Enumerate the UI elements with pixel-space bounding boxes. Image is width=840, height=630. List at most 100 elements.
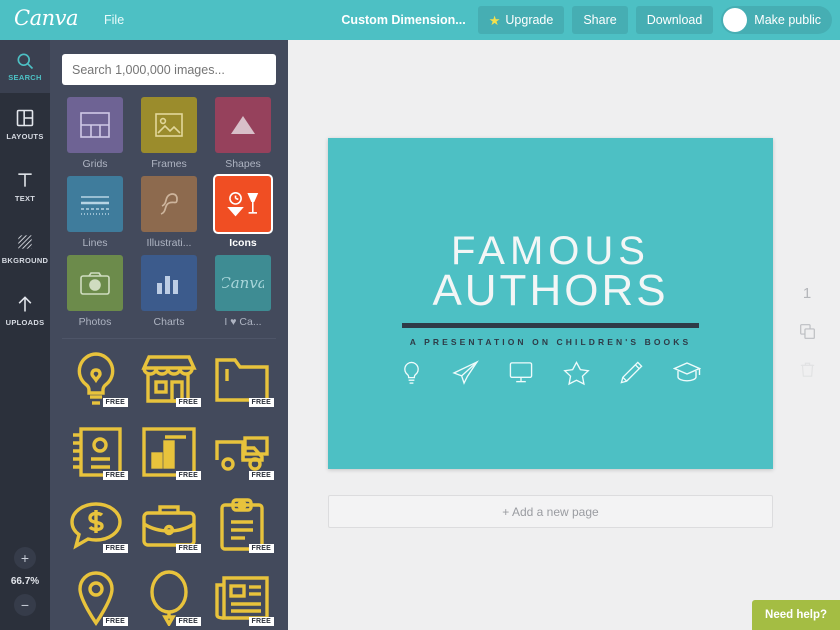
text-icon	[18, 172, 32, 187]
zoom-out-button[interactable]: −	[14, 594, 36, 616]
category-label: Grids	[82, 158, 108, 170]
upgrade-button[interactable]: ★ Upgrade	[477, 6, 565, 34]
category-thumbnail	[67, 176, 123, 232]
balloon-icon[interactable]: FREE	[135, 564, 203, 630]
lightbulb-icon[interactable]	[400, 360, 423, 387]
sidebar-label-search: SEARCH	[8, 73, 42, 82]
search-icon	[17, 53, 34, 70]
truck-icon[interactable]: FREE	[208, 418, 276, 486]
category-label: I ♥ Ca...	[224, 316, 262, 328]
top-toolbar: Canva File Custom Dimension... ★ Upgrade…	[0, 0, 840, 40]
icon-results-grid: FREE FREE FREE FREE FREE FREE FREE FREE FREE FREE…	[50, 339, 288, 630]
notebook-icon[interactable]: FREE	[62, 418, 130, 486]
sidebar-item-layouts[interactable]: LAYOUTS	[0, 93, 50, 155]
slide-title[interactable]: FAMOUS AUTHORS	[432, 228, 668, 312]
free-badge: FREE	[175, 398, 201, 407]
category-thumbnail: Canva	[215, 255, 271, 311]
sidebar-item-background[interactable]: BKGROUND	[0, 217, 50, 279]
graduation-cap-icon[interactable]	[673, 360, 701, 385]
speech-dollar-icon[interactable]: FREE	[62, 491, 130, 559]
uploads-icon	[18, 295, 32, 311]
pencil-icon[interactable]	[619, 360, 644, 385]
sidebar-label-uploads: UPLOADS	[5, 317, 45, 327]
slide-divider-rule	[402, 323, 699, 329]
free-badge: FREE	[102, 471, 128, 480]
canva-editor: Canva File Custom Dimension... ★ Upgrade…	[0, 0, 840, 630]
category-icons[interactable]: Icons	[210, 176, 276, 249]
free-badge: FREE	[102, 544, 128, 553]
slide-title-line1: FAMOUS	[451, 228, 650, 273]
folder-icon[interactable]: FREE	[208, 345, 276, 413]
paper-plane-icon[interactable]	[452, 360, 479, 386]
search-input[interactable]	[62, 54, 276, 85]
sidebar-item-search[interactable]: SEARCH	[0, 40, 50, 93]
category-thumbnail	[141, 176, 197, 232]
newspaper-icon[interactable]: FREE	[208, 564, 276, 630]
store-icon[interactable]: FREE	[135, 345, 203, 413]
page-number: 1	[802, 285, 812, 302]
category-thumbnail	[67, 97, 123, 153]
briefcase-icon[interactable]: FREE	[135, 491, 203, 559]
top-toolbar-actions: Custom Dimension... ★ Upgrade Share Down…	[341, 6, 840, 34]
category-label: Photos	[78, 316, 112, 328]
icons-panel: Grids Frames Shapes Lines Illustrati... Icons…	[50, 40, 288, 630]
free-badge: FREE	[175, 471, 201, 480]
star-icon[interactable]	[563, 360, 590, 386]
share-label: Share	[583, 13, 617, 27]
category-lines[interactable]: Lines	[62, 176, 128, 249]
make-public-toggle[interactable]: Make public	[721, 6, 832, 34]
category-i-ca[interactable]: Canva I ♥ Ca...	[210, 255, 276, 328]
category-thumbnail	[215, 97, 271, 153]
category-grids[interactable]: Grids	[62, 97, 128, 170]
category-illustrati[interactable]: Illustrati...	[136, 176, 202, 249]
category-label: Charts	[153, 316, 185, 328]
free-badge: FREE	[175, 544, 201, 553]
clipboard-icon[interactable]: FREE	[208, 491, 276, 559]
document-title[interactable]: Custom Dimension...	[341, 13, 465, 27]
pin-icon[interactable]: FREE	[62, 564, 130, 630]
free-badge: FREE	[102, 398, 128, 407]
need-help-button[interactable]: Need help?	[752, 600, 840, 630]
category-shapes[interactable]: Shapes	[210, 97, 276, 170]
search-container	[50, 40, 288, 95]
free-badge: FREE	[102, 617, 128, 626]
free-badge: FREE	[248, 398, 274, 407]
workspace: FAMOUS AUTHORS A PRESENTATION ON CHILDRE…	[288, 40, 840, 630]
slide-subtitle[interactable]: A PRESENTATION ON CHILDREN'S BOOKS	[410, 337, 692, 347]
svg-text:Canva: Canva	[222, 274, 264, 292]
add-new-page-button[interactable]: + Add a new page	[328, 495, 773, 528]
free-badge: FREE	[248, 544, 274, 553]
category-label: Icons	[229, 237, 257, 249]
free-badge: FREE	[248, 471, 274, 480]
download-label: Download	[646, 13, 703, 27]
star-icon: ★	[488, 12, 501, 28]
make-public-label: Make public	[754, 13, 821, 27]
canva-logo[interactable]: Canva	[14, 8, 79, 32]
duplicate-page-icon[interactable]	[799, 323, 816, 340]
monitor-icon[interactable]	[508, 360, 534, 385]
category-label: Illustrati...	[146, 237, 192, 249]
zoom-controls: + 66.7% −	[0, 547, 50, 616]
free-badge: FREE	[175, 617, 201, 626]
sidebar-item-text[interactable]: TEXT	[0, 155, 50, 217]
category-thumbnail	[141, 97, 197, 153]
left-rail: SEARCH LAYOUTS TEXT BKGROUND UPLOADS + 6…	[0, 40, 50, 630]
delete-page-icon[interactable]	[800, 361, 815, 378]
category-thumbnail	[215, 176, 271, 232]
design-canvas[interactable]: FAMOUS AUTHORS A PRESENTATION ON CHILDRE…	[328, 138, 773, 469]
sidebar-item-uploads[interactable]: UPLOADS	[0, 279, 50, 341]
page-tools: 1	[790, 285, 824, 378]
zoom-in-button[interactable]: +	[14, 547, 36, 569]
share-button[interactable]: Share	[572, 6, 628, 34]
download-button[interactable]: Download	[635, 6, 714, 34]
slide-icon-row	[400, 360, 701, 387]
zoom-level: 66.7%	[10, 576, 40, 587]
bar-chart-icon[interactable]: FREE	[135, 418, 203, 486]
lightbulb-icon[interactable]: FREE	[62, 345, 130, 413]
category-charts[interactable]: Charts	[136, 255, 202, 328]
category-frames[interactable]: Frames	[136, 97, 202, 170]
category-photos[interactable]: Photos	[62, 255, 128, 328]
category-label: Frames	[151, 158, 187, 170]
upgrade-label: Upgrade	[505, 13, 554, 27]
file-menu[interactable]: File	[104, 13, 124, 27]
